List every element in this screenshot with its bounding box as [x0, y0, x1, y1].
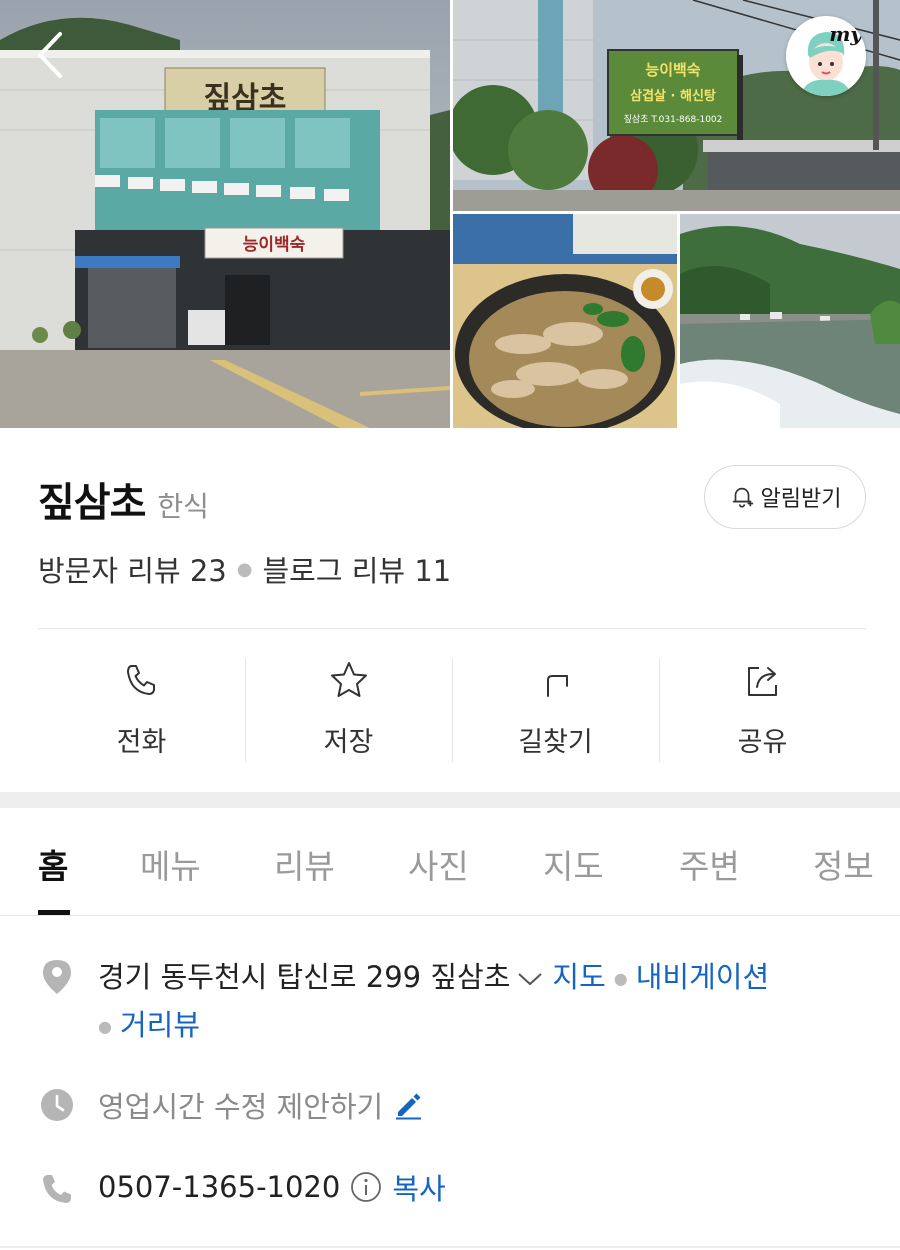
- separator-dot: ●: [236, 558, 253, 580]
- call-button[interactable]: 전화: [38, 658, 245, 762]
- phone-row: 0507-1365-1020 복사: [98, 1166, 446, 1208]
- tab-info[interactable]: 정보: [813, 840, 874, 888]
- address-row: 경기 동두천시 탑신로 299 짚삼초 지도 ● 내비게이션 ● 거리뷰: [98, 954, 868, 1050]
- share-label: 공유: [737, 727, 788, 758]
- visitor-review-link[interactable]: 방문자 리뷰 23: [38, 548, 227, 590]
- tab-menu[interactable]: 메뉴: [140, 840, 201, 888]
- sign-line3-text: 짚삼초 T.031-868-1002: [624, 113, 723, 125]
- alarm-subscribe-button[interactable]: 알림받기: [704, 465, 866, 529]
- tab-map[interactable]: 지도: [543, 840, 604, 888]
- address-text[interactable]: 경기 동두천시 탑신로 299 짚삼초: [98, 960, 510, 994]
- save-label: 저장: [323, 727, 374, 758]
- chevron-down-icon[interactable]: [516, 970, 544, 988]
- visitor-review-label: 방문자 리뷰: [38, 554, 181, 588]
- blog-review-label: 블로그 리뷰: [262, 554, 406, 588]
- blog-review-link[interactable]: 블로그 리뷰 11: [262, 548, 451, 590]
- place-name: 짚삼초: [38, 480, 146, 526]
- phone-icon: [126, 665, 155, 695]
- bell-plus-icon: [732, 487, 753, 508]
- chevron-left-icon: [38, 32, 62, 78]
- star-icon: [330, 662, 367, 697]
- separator-dot: ●: [98, 1017, 112, 1036]
- share-icon: [747, 667, 777, 696]
- place-title-row: 짚삼초 한식: [38, 470, 209, 528]
- directions-button[interactable]: 길찾기: [452, 658, 659, 762]
- sign-line1-text: 능이백숙: [645, 61, 700, 79]
- hours-suggest-edit[interactable]: 영업시간 수정 제안하기: [98, 1084, 423, 1126]
- my-profile-button[interactable]: my: [786, 16, 866, 96]
- hours-text: 영업시간 수정 제안하기: [98, 1090, 384, 1124]
- directions-label: 길찾기: [518, 727, 593, 758]
- tab-review[interactable]: 리뷰: [274, 840, 335, 888]
- tab-nearby[interactable]: 주변: [679, 840, 740, 888]
- clock-icon: [41, 1089, 73, 1121]
- separator-dot: ●: [613, 969, 628, 988]
- directions-icon: [546, 675, 568, 697]
- tab-home[interactable]: 홈: [38, 840, 68, 888]
- divider: [38, 628, 866, 629]
- section-separator: [0, 792, 900, 808]
- back-button[interactable]: [26, 26, 76, 86]
- save-button[interactable]: 저장: [245, 658, 452, 762]
- map-link[interactable]: 지도: [552, 960, 605, 994]
- photo-restaurant-building[interactable]: 짚삼초 능이백숙: [0, 0, 450, 428]
- banner-text: 능이백숙: [243, 235, 306, 255]
- divider: [0, 1246, 900, 1248]
- sign-line2-text: 삼겹살 · 해신탕: [630, 88, 716, 104]
- info-circle-icon[interactable]: [350, 1171, 382, 1203]
- pencil-icon: [396, 1093, 422, 1120]
- alarm-button-label: 알림받기: [760, 487, 842, 512]
- navigation-link[interactable]: 내비게이션: [636, 960, 769, 994]
- blog-review-count: 11: [414, 554, 452, 588]
- street-view-link[interactable]: 거리뷰: [120, 1008, 200, 1042]
- active-tab-indicator: [38, 910, 70, 915]
- share-button[interactable]: 공유: [659, 658, 866, 762]
- call-label: 전화: [116, 727, 167, 758]
- tab-photo[interactable]: 사진: [408, 840, 469, 888]
- copy-phone-link[interactable]: 복사: [392, 1166, 445, 1208]
- photo-food[interactable]: [453, 214, 677, 428]
- review-summary: 방문자 리뷰 23 ● 블로그 리뷰 11: [38, 548, 451, 590]
- phone-filled-icon: [43, 1175, 71, 1203]
- phone-number[interactable]: 0507-1365-1020: [98, 1170, 340, 1204]
- photo-signboard[interactable]: 능이백숙 삼겹살 · 해신탕 짚삼초 T.031-868-1002 my: [453, 0, 900, 211]
- my-label: my: [829, 22, 862, 46]
- place-category: 한식: [157, 490, 209, 523]
- photo-gallery[interactable]: 짚삼초 능이백숙 능이백숙 삼겹살 · 해신탕 짚삼초 T.031-868-10…: [0, 0, 900, 428]
- action-bar: 전화 저장 길찾기 공유: [38, 658, 866, 762]
- photo-river[interactable]: [680, 214, 900, 428]
- tab-bar: 홈 메뉴 리뷰 사진 지도 주변 정보: [0, 808, 900, 916]
- location-pin-icon: [43, 960, 71, 994]
- visitor-review-count: 23: [189, 554, 227, 588]
